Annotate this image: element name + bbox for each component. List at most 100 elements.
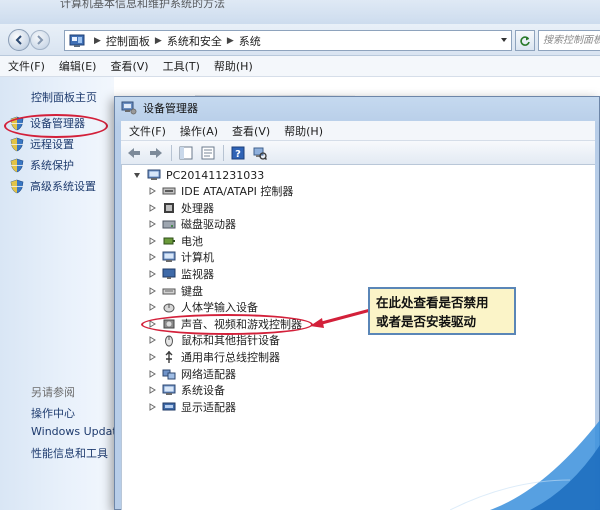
decorative-blue-swoosh	[450, 420, 600, 510]
network-adapter-icon	[162, 369, 176, 380]
dm-menu-view[interactable]: 查看(V)	[232, 123, 270, 139]
see-also-performance-tools[interactable]: 性能信息和工具	[31, 445, 108, 461]
toolbar-back-button[interactable]	[125, 144, 143, 162]
tree-category-label: 键盘	[181, 284, 203, 298]
menu-file[interactable]: 文件(F)	[8, 58, 45, 74]
toolbar-forward-button[interactable]	[147, 144, 165, 162]
device-manager-icon	[121, 101, 137, 115]
menu-help[interactable]: 帮助(H)	[214, 58, 253, 74]
callout-line-2: 或者是否安装驱动	[376, 314, 477, 329]
tree-category-row[interactable]: 网络适配器	[147, 366, 236, 382]
refresh-icon	[520, 35, 530, 46]
forward-button[interactable]	[30, 30, 50, 50]
search-input[interactable]	[538, 30, 600, 51]
tree-expand-icon[interactable]	[147, 253, 156, 262]
tree-category-label: 通用串行总线控制器	[181, 351, 280, 364]
toolbar-separator	[223, 144, 224, 161]
display-adapter-icon	[162, 402, 176, 411]
tree-expand-icon[interactable]	[147, 336, 156, 345]
breadcrumb-separator-icon: ▶	[94, 35, 101, 46]
chevron-down-icon[interactable]	[499, 35, 509, 45]
sidebar-item-remote-settings[interactable]: 远程设置	[10, 136, 74, 152]
control-panel-icon	[69, 34, 85, 47]
control-panel-menubar: 文件(F) 编辑(E) 查看(V) 工具(T) 帮助(H)	[0, 56, 600, 77]
control-panel-title-fragment: 计算机基本信息和维护系统的方法	[60, 0, 225, 10]
callout-annotation: 在此处查看是否禁用 或者是否安装驱动	[368, 287, 516, 335]
refresh-button[interactable]	[515, 30, 535, 51]
tree-category-row[interactable]: 显示适配器	[147, 399, 236, 415]
sidebar-home-link[interactable]: 控制面板主页	[31, 89, 97, 105]
control-panel-sidebar: 控制面板主页 设备管理器 远程设置 系统保护 高级系统设置 另请参阅 操作中心 …	[0, 77, 123, 510]
back-button[interactable]	[8, 29, 30, 51]
sidebar-item-system-protection[interactable]: 系统保护	[10, 157, 74, 173]
tree-expand-icon[interactable]	[147, 286, 156, 295]
tree-category-label: 处理器	[181, 201, 214, 215]
scan-hardware-icon	[253, 147, 267, 160]
shield-icon	[10, 158, 24, 172]
sidebar-item-label: 系统保护	[30, 159, 74, 172]
svg-text:?: ?	[235, 149, 241, 160]
toolbar-scan-hardware-button[interactable]	[251, 144, 269, 162]
forward-arrow-icon	[37, 35, 44, 45]
tree-category-row[interactable]: 计算机	[147, 249, 214, 265]
device-manager-titlebar[interactable]: 设备管理器	[115, 97, 600, 119]
tree-expand-icon[interactable]	[147, 236, 156, 245]
device-manager-menubar: 文件(F) 操作(A) 查看(V) 帮助(H)	[121, 121, 595, 141]
dm-menu-help[interactable]: 帮助(H)	[284, 123, 323, 139]
toolbar-show-hide-tree-button[interactable]	[177, 144, 195, 162]
dm-menu-action[interactable]: 操作(A)	[180, 123, 218, 139]
tree-category-row[interactable]: 电池	[147, 233, 203, 249]
tree-category-row[interactable]: 通用串行总线控制器	[147, 349, 280, 365]
toolbar-help-button[interactable]: ?	[229, 144, 247, 162]
see-also-action-center[interactable]: 操作中心	[31, 405, 75, 421]
tree-expand-icon[interactable]	[147, 353, 156, 362]
menu-edit[interactable]: 编辑(E)	[59, 58, 97, 74]
computer-icon	[162, 251, 176, 263]
breadcrumb-system[interactable]: 系统	[239, 33, 261, 49]
mouse-icon	[165, 335, 173, 347]
shield-icon	[10, 137, 24, 151]
sound-controller-highlight-ellipse	[141, 314, 313, 335]
device-manager-title: 设备管理器	[143, 102, 198, 115]
tree-category-row[interactable]: IDE ATA/ATAPI 控制器	[147, 183, 293, 199]
keyboard-icon	[162, 288, 176, 295]
tree-expand-icon[interactable]	[147, 402, 156, 411]
tree-category-row[interactable]: 磁盘驱动器	[147, 216, 236, 232]
tree-category-label: 显示适配器	[181, 400, 236, 414]
tree-expand-icon[interactable]	[147, 187, 156, 196]
tree-expand-icon[interactable]	[147, 369, 156, 378]
address-bar[interactable]: ▶ 控制面板 ▶ 系统和安全 ▶ 系统	[64, 30, 512, 51]
tree-root-computer[interactable]: PC201411231033	[132, 167, 264, 183]
tree-category-row[interactable]: 人体学输入设备	[147, 299, 258, 315]
disk-drive-icon	[162, 220, 176, 229]
ide-controller-icon	[162, 187, 176, 195]
tree-expand-icon[interactable]	[147, 270, 156, 279]
shield-icon	[10, 179, 24, 193]
sidebar-item-advanced-settings[interactable]: 高级系统设置	[10, 178, 96, 194]
properties-icon	[201, 146, 215, 159]
menu-tools[interactable]: 工具(T)	[163, 58, 200, 74]
tree-view-icon	[179, 146, 193, 159]
tree-expand-icon[interactable]	[147, 203, 156, 212]
tree-category-row[interactable]: 监视器	[147, 266, 214, 282]
tree-category-row[interactable]: 处理器	[147, 200, 214, 216]
see-also-windows-update[interactable]: Windows Update	[31, 425, 123, 438]
tree-expand-icon[interactable]	[147, 220, 156, 229]
tree-category-row[interactable]: 系统设备	[147, 382, 225, 398]
sidebar-item-label: 远程设置	[30, 138, 74, 151]
tree-expand-icon[interactable]	[147, 303, 156, 312]
menu-view[interactable]: 查看(V)	[110, 58, 148, 74]
tree-category-row[interactable]: 键盘	[147, 283, 203, 299]
tree-expand-icon[interactable]	[147, 386, 156, 395]
breadcrumb-control-panel[interactable]: 控制面板	[106, 33, 150, 49]
toolbar-properties-view-button[interactable]	[199, 144, 217, 162]
tree-category-label: 网络适配器	[181, 367, 236, 381]
tree-collapse-icon[interactable]	[132, 171, 141, 180]
dm-menu-file[interactable]: 文件(F)	[129, 123, 166, 139]
tree-root-label: PC201411231033	[166, 168, 265, 182]
breadcrumb-system-security[interactable]: 系统和安全	[167, 33, 222, 49]
control-panel-title-strip: 计算机基本信息和维护系统的方法	[0, 0, 600, 24]
device-manager-highlight-ellipse	[4, 114, 108, 138]
device-manager-toolbar: ?	[121, 141, 595, 165]
back-arrow-icon	[15, 35, 22, 45]
